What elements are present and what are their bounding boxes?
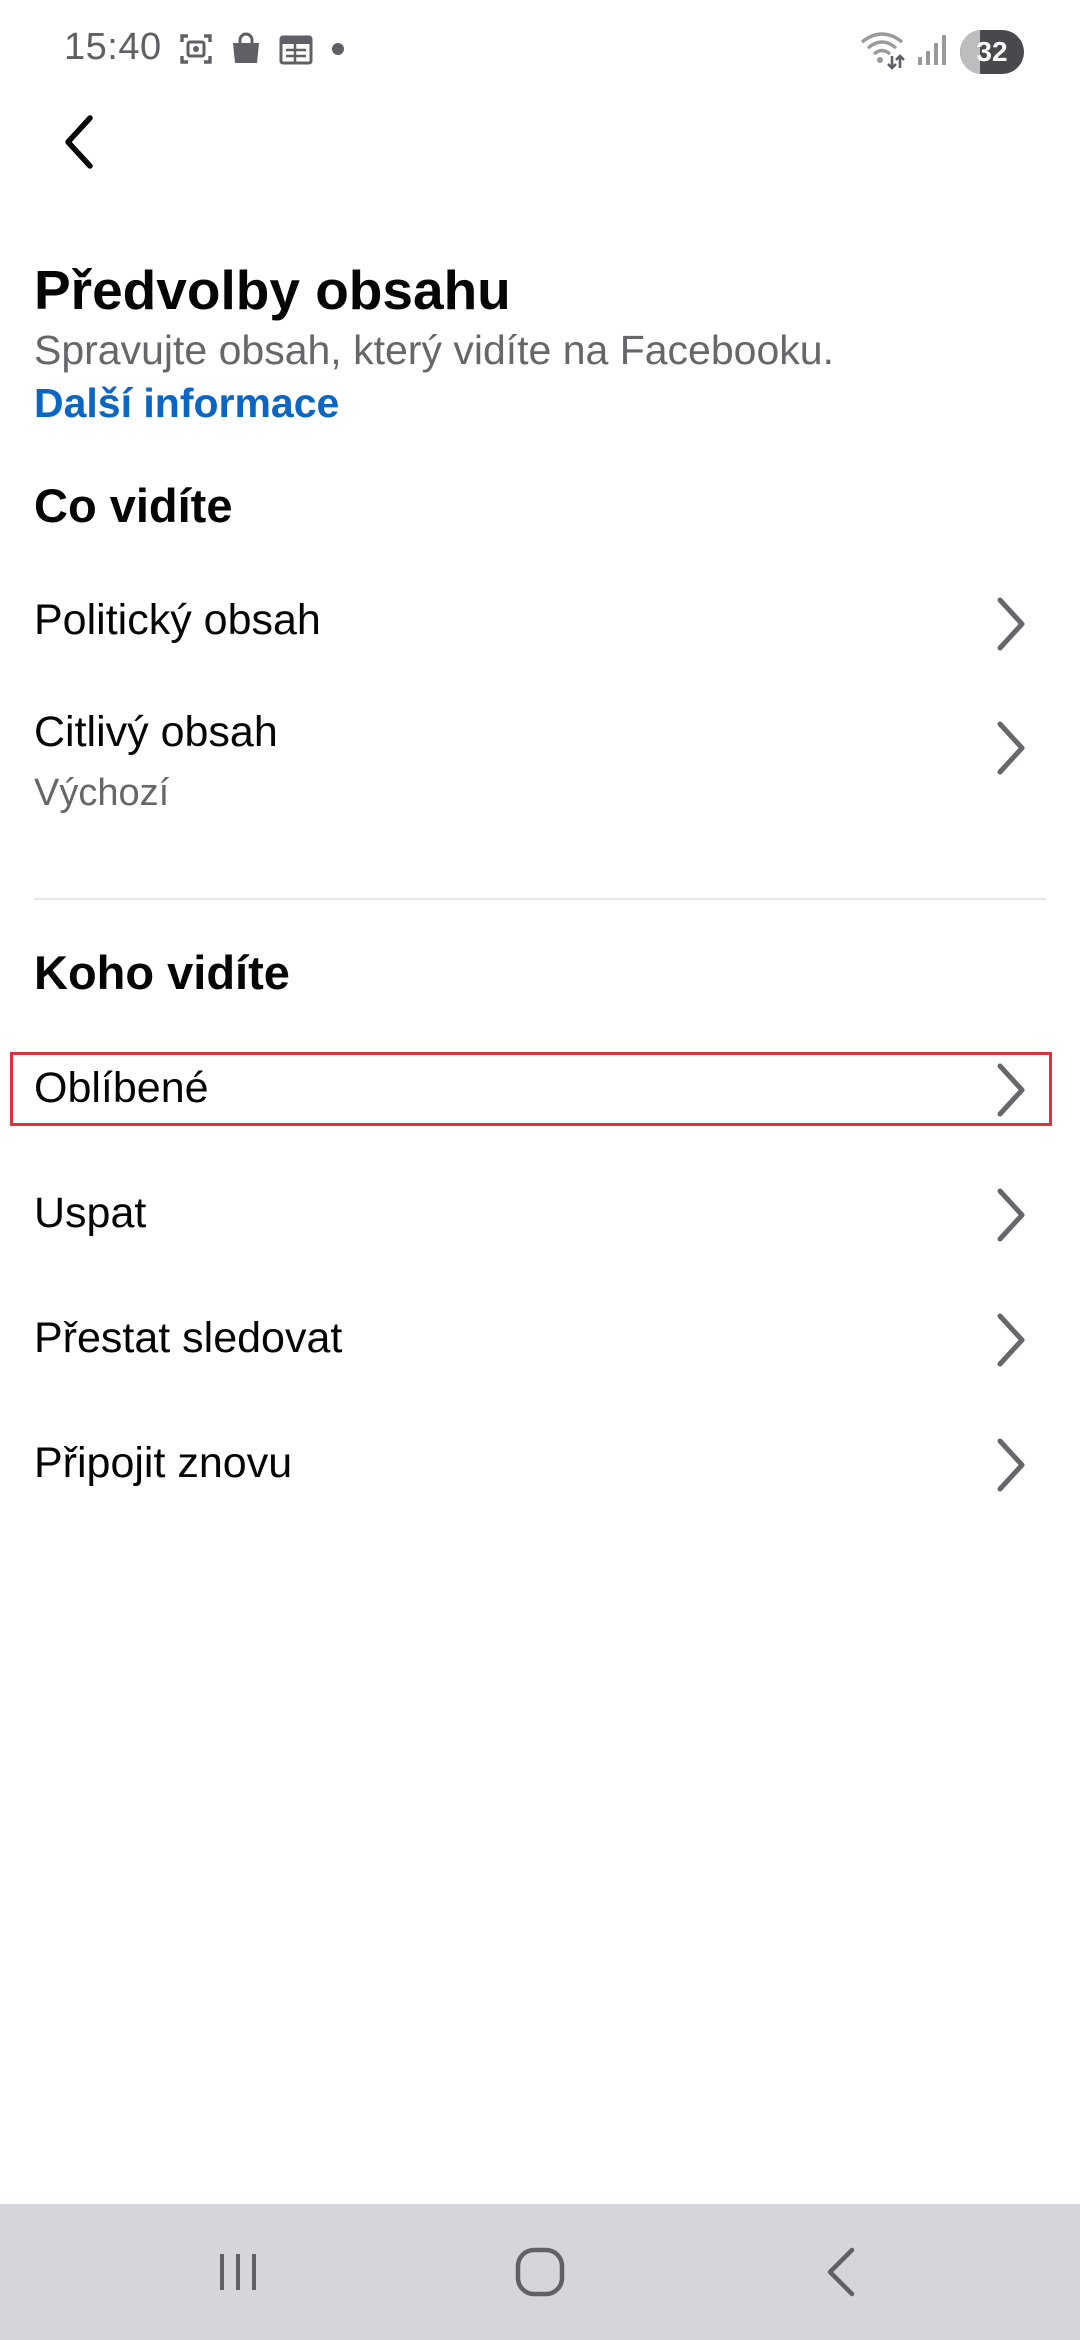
back-icon	[827, 2247, 855, 2297]
nav-back-button[interactable]	[772, 2204, 912, 2340]
menu-item-label: Oblíbené	[34, 1064, 209, 1112]
screenshot-icon	[178, 31, 214, 67]
menu-item-favorites[interactable]: Oblíbené	[0, 1040, 1080, 1140]
menu-item-label: Citlivý obsah	[34, 708, 278, 756]
section-heading-who-you-see: Koho vidíte	[34, 946, 290, 999]
back-arrow-icon	[65, 115, 93, 169]
chevron-right-icon	[997, 597, 1025, 651]
battery-icon: 32	[960, 29, 1024, 74]
status-bar: 15:40 32	[0, 0, 1080, 100]
chevron-right-icon	[997, 1063, 1025, 1117]
menu-item-label: Uspat	[34, 1189, 147, 1237]
chevron-right-icon	[997, 1188, 1025, 1242]
recent-apps-icon	[220, 2254, 256, 2290]
status-left-icons	[178, 31, 348, 67]
page-subtitle: Spravujte obsah, který vidíte na Faceboo…	[34, 327, 834, 373]
learn-more-link[interactable]: Další informace	[34, 380, 339, 427]
navigation-bar	[0, 2204, 1080, 2340]
status-time: 15:40	[64, 26, 162, 68]
menu-item-unfollow[interactable]: Přestat sledovat	[0, 1290, 1080, 1390]
wifi-icon	[858, 28, 906, 75]
menu-item-label: Politický obsah	[34, 596, 321, 644]
back-button[interactable]	[40, 102, 120, 182]
chevron-right-icon	[997, 721, 1025, 775]
section-heading-what-you-see: Co vidíte	[34, 479, 233, 532]
page-title: Předvolby obsahu	[34, 259, 511, 321]
home-icon	[515, 2247, 565, 2297]
menu-item-sublabel: Výchozí	[34, 772, 170, 814]
menu-item-political-content[interactable]: Politický obsah	[0, 574, 1080, 674]
recent-apps-button[interactable]	[168, 2204, 308, 2340]
notification-dot-icon	[328, 31, 348, 67]
status-right-icons: 32	[858, 28, 1024, 75]
menu-item-label: Přestat sledovat	[34, 1314, 343, 1362]
home-button[interactable]	[470, 2204, 610, 2340]
battery-level: 32	[976, 35, 1008, 67]
calendar-icon	[278, 31, 314, 67]
section-divider	[34, 898, 1046, 900]
signal-icon	[916, 29, 950, 74]
menu-item-label: Připojit znovu	[34, 1439, 293, 1487]
chevron-right-icon	[997, 1313, 1025, 1367]
menu-item-reconnect[interactable]: Připojit znovu	[0, 1415, 1080, 1515]
menu-item-snooze[interactable]: Uspat	[0, 1165, 1080, 1265]
shopping-bag-icon	[228, 31, 264, 67]
chevron-right-icon	[997, 1438, 1025, 1492]
menu-item-sensitive-content[interactable]: Citlivý obsah Výchozí	[0, 694, 1080, 834]
